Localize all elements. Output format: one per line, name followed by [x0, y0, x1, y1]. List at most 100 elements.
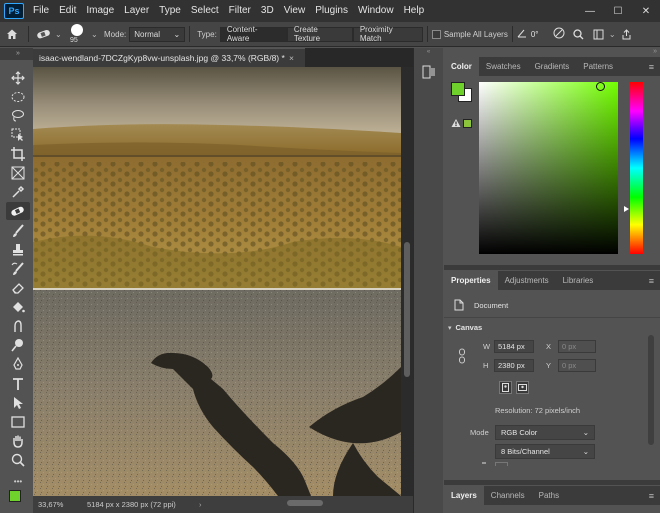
menu-window[interactable]: Window [353, 0, 399, 22]
pen-tool-icon[interactable] [6, 355, 30, 373]
panel-menu-icon[interactable]: ≡ [649, 62, 654, 72]
y-field[interactable]: 0 px [558, 359, 596, 372]
x-field[interactable]: 0 px [558, 340, 596, 353]
object-selection-tool-icon[interactable] [6, 126, 30, 144]
tab-color[interactable]: Color [444, 57, 479, 76]
brush-tool-icon[interactable] [6, 222, 30, 240]
document-tab[interactable]: isaac-wendland-7DCZgKyp8vw-unsplash.jpg … [33, 48, 305, 67]
menu-edit[interactable]: Edit [54, 0, 81, 22]
tab-patterns[interactable]: Patterns [576, 57, 620, 76]
workspace-icon[interactable] [589, 29, 609, 40]
brush-chevron-icon[interactable]: ⌄ [91, 30, 101, 39]
portrait-orientation-icon[interactable] [499, 381, 512, 394]
frame-tool-icon[interactable] [6, 164, 30, 182]
vertical-scrollbar[interactable] [401, 67, 413, 496]
history-panel-icon[interactable] [422, 65, 436, 81]
menu-file[interactable]: File [28, 0, 54, 22]
sample-all-layers-checkbox[interactable]: Sample All Layers [431, 29, 508, 39]
clone-stamp-tool-icon[interactable] [6, 241, 30, 259]
document-icon [454, 299, 464, 311]
image-canvas[interactable] [33, 67, 401, 496]
pressure-size-icon[interactable] [553, 27, 569, 41]
photoshop-logo[interactable]: Ps [4, 3, 24, 19]
menu-plugins[interactable]: Plugins [310, 0, 353, 22]
tab-libraries[interactable]: Libraries [556, 271, 601, 290]
create-texture-button[interactable]: Create Texture [286, 25, 353, 43]
eraser-tool-icon[interactable] [6, 279, 30, 297]
search-icon[interactable] [569, 28, 589, 40]
menu-view[interactable]: View [279, 0, 311, 22]
smudge-tool-icon[interactable] [6, 317, 30, 335]
path-selection-tool-icon[interactable] [6, 394, 30, 412]
eyedropper-tool-icon[interactable] [6, 183, 30, 201]
link-icon[interactable] [458, 348, 466, 366]
truncated-checkbox[interactable] [495, 462, 508, 466]
type-tool-icon[interactable] [6, 375, 30, 393]
history-brush-tool-icon[interactable] [6, 260, 30, 278]
vertical-scrollbar-thumb[interactable] [404, 242, 410, 377]
tab-paths[interactable]: Paths [532, 486, 566, 505]
angle-value[interactable]: 0° [531, 30, 553, 39]
tool-preset-chevron-icon[interactable]: ⌄ [55, 30, 65, 39]
landscape-orientation-icon[interactable] [516, 381, 529, 394]
lasso-tool-icon[interactable] [6, 107, 30, 125]
color-mode-select[interactable]: RGB Color ⌄ [495, 425, 595, 440]
tab-properties[interactable]: Properties [444, 271, 498, 290]
height-field[interactable]: 2380 px [494, 359, 534, 372]
mode-select[interactable]: Normal ⌄ [129, 26, 186, 42]
color-foreground-swatch[interactable] [451, 82, 465, 96]
dodge-tool-icon[interactable] [6, 336, 30, 354]
healing-brush-tool-icon[interactable] [33, 29, 55, 39]
gamut-color-swatch[interactable] [463, 119, 472, 128]
canvas-section-header[interactable]: ▾ Canvas [448, 323, 482, 332]
rectangle-tool-icon[interactable] [6, 413, 30, 431]
strip-collapse-icon[interactable]: « [414, 48, 443, 56]
bit-depth-select[interactable]: 8 Bits/Channel ⌄ [495, 444, 595, 459]
hue-slider-marker-left[interactable] [624, 206, 629, 212]
dock-collapse-icon[interactable]: » [653, 48, 657, 55]
marquee-tool-icon[interactable] [6, 88, 30, 106]
paint-bucket-tool-icon[interactable] [6, 298, 30, 316]
status-arrow-icon[interactable]: › [199, 500, 202, 509]
maximize-button[interactable]: ☐ [604, 0, 632, 22]
close-icon[interactable]: × [289, 49, 294, 68]
tab-layers[interactable]: Layers [444, 486, 484, 505]
crop-tool-icon[interactable] [6, 145, 30, 163]
home-icon[interactable] [0, 28, 24, 40]
panel-menu-icon[interactable]: ≡ [649, 491, 654, 501]
proximity-match-button[interactable]: Proximity Match [352, 25, 423, 43]
width-field[interactable]: 5184 px [494, 340, 534, 353]
horizontal-scrollbar-thumb[interactable] [287, 500, 323, 506]
tab-gradients[interactable]: Gradients [528, 57, 577, 76]
menu-type[interactable]: Type [154, 0, 186, 22]
panel-menu-icon[interactable]: ≡ [649, 276, 654, 286]
menu-layer[interactable]: Layer [119, 0, 154, 22]
tab-adjustments[interactable]: Adjustments [498, 271, 556, 290]
menu-help[interactable]: Help [399, 0, 430, 22]
menu-3d[interactable]: 3D [256, 0, 279, 22]
properties-scrollbar[interactable] [648, 335, 654, 445]
tab-channels[interactable]: Channels [484, 486, 532, 505]
color-picker-field[interactable] [479, 82, 618, 254]
minimize-button[interactable]: — [576, 0, 604, 22]
move-tool-icon[interactable] [6, 69, 30, 87]
tab-swatches[interactable]: Swatches [479, 57, 528, 76]
close-button[interactable]: ✕ [632, 0, 660, 22]
content-aware-button[interactable]: Content-Aware [219, 25, 287, 43]
brush-picker[interactable]: 95 [65, 22, 91, 46]
hue-slider[interactable] [630, 82, 643, 254]
share-icon[interactable] [617, 28, 637, 40]
menu-filter[interactable]: Filter [224, 0, 256, 22]
picker-cursor[interactable] [596, 82, 605, 91]
zoom-tool-icon[interactable] [6, 451, 30, 469]
foreground-color-swatch[interactable] [9, 490, 21, 502]
document-info: 5184 px x 2380 px (72 ppi) [87, 500, 176, 509]
workspace-chevron-icon[interactable]: ⌄ [609, 30, 617, 39]
more-tools-icon[interactable]: ••• [6, 472, 30, 490]
spot-healing-brush-tool-icon[interactable] [6, 202, 30, 220]
menu-select[interactable]: Select [186, 0, 224, 22]
hand-tool-icon[interactable] [6, 432, 30, 450]
zoom-level[interactable]: 33,67% [33, 500, 77, 509]
tools-collapse-icon[interactable]: » [0, 48, 36, 60]
menu-image[interactable]: Image [81, 0, 119, 22]
